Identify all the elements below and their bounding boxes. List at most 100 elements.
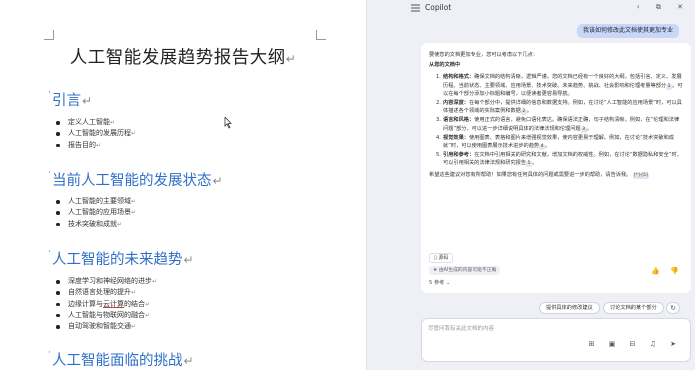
answer-point: 1. 结构和格式：确保文档的结构清晰，逻辑严谨。您的文档已经有一个良好的大纲，包括… xyxy=(436,73,683,98)
section-heading-text: 人工智能的未来趋势 xyxy=(52,252,183,268)
document-pane[interactable]: 人工智能发展趋势报告大纲↵ · 引言↵ 定义人工智能↵ 人工智能的发展历程↵ 报告目的↵… xyxy=(0,0,366,370)
section-heading-text: 人工智能面临的挑战 xyxy=(52,353,183,369)
list-item[interactable]: 定义人工智能↵ xyxy=(56,117,136,128)
list-item[interactable]: 技术突破和成就↵ xyxy=(56,219,136,230)
paragraph-mark: ↵ xyxy=(131,198,137,205)
user-message-bubble: 我该如何修改此文档使其更加专业 xyxy=(577,24,680,38)
list-item-text: 报告目的 xyxy=(68,140,96,149)
suggestion-chip[interactable]: 讨论文档的某个部分 xyxy=(603,302,664,314)
paragraph-mark: ↵ xyxy=(96,141,102,149)
point-number: 5. xyxy=(436,152,441,159)
list-item[interactable]: 边缘计算与云计算的结合↵ xyxy=(56,299,157,310)
list-item[interactable]: 人工智能的发展历程↵ xyxy=(56,128,136,139)
answer-point: 3. 语言和风格：使用正式的语言，避免口语化表达。确保语法正确，句子结构清晰。例如… xyxy=(436,116,683,133)
answer-point: 4. 视觉效果：使用图表、表格和图片来增强视觉效果，使内容更易于理解。例如，在讨论… xyxy=(436,134,683,151)
mouse-cursor-icon xyxy=(224,117,232,129)
header-controls[interactable]: ‹ ⧉ ✕ xyxy=(637,3,690,12)
suggestion-chip[interactable]: 提供具体的修改建议 xyxy=(539,302,600,314)
point-text: 在文档中引用相关的研究和文献，增加文档的权威性。例如，在讨论“数据隐私和安全”时… xyxy=(443,152,682,167)
paragraph-mark: ↵ xyxy=(285,52,297,66)
point-number: 3. xyxy=(436,117,441,124)
page-margin-mark-left xyxy=(44,30,54,40)
paragraph-mark: ↵ xyxy=(183,253,194,267)
section-heading[interactable]: · 当前人工智能的发展状态↵ xyxy=(48,168,223,190)
section-heading[interactable]: · 人工智能的未来趋势↵ xyxy=(48,247,194,269)
paragraph-mark: ↵ xyxy=(110,119,116,126)
copilot-pane: Copilot ‹ ⧉ ✕ 我该如何修改此文档使其更加专业 要使您的文档更加专业… xyxy=(366,0,695,370)
point-text: 在每个部分中，提供详细的信息和数据支持。例如，在讨论“人工智能的应用场景”时，可… xyxy=(443,100,682,115)
paragraph-mark: ↵ xyxy=(183,354,194,368)
document-title-text: 人工智能发展趋势报告大纲 xyxy=(69,48,286,68)
section-heading[interactable]: · 引言↵ xyxy=(48,88,93,110)
document-title[interactable]: 人工智能发展趋势报告大纲↵ xyxy=(0,44,366,69)
list-item-text: 自动驾驶和智能交通 xyxy=(68,322,131,331)
point-text: 确保文档的结构清晰，逻辑严谨。您的文档已经有一个良好的大纲，包括引言、定义、发展… xyxy=(443,74,682,89)
refresh-suggestions-icon[interactable]: ↻ xyxy=(666,302,680,314)
answer-intro: 要使您的文档更加专业，您可以考虑以下几点： xyxy=(429,52,538,58)
list-item[interactable]: 人工智能的主要领域↵ xyxy=(56,196,136,207)
point-label: 结构和格式： xyxy=(443,74,475,81)
paragraph-mark: ↵ xyxy=(131,289,137,297)
paragraph-mark: ↵ xyxy=(131,323,137,331)
source-chip[interactable]: ▯ 源码 xyxy=(429,253,454,263)
list-item[interactable]: 深度学习和神经网络的进步↵ xyxy=(56,276,157,287)
answer-section-label: 从您的文档中 xyxy=(429,62,461,69)
heading-marker-icon: · xyxy=(48,168,51,178)
paragraph-mark: ↵ xyxy=(145,311,151,319)
heading-marker-icon: · xyxy=(48,348,51,358)
ai-generated-notice: ★ 由AI生成的内容可能不正确 xyxy=(429,266,501,275)
point-text: 使用正式的语言，避免口语化表达。确保语法正确，句子结构清晰。例如，在“伦理和法律… xyxy=(443,117,680,132)
paragraph-mark: ↵ xyxy=(145,300,151,308)
list-item-text: 自然语言处理的提升 xyxy=(68,288,131,297)
bullet-list: 定义人工智能↵ 人工智能的发展历程↵ 报告目的↵ xyxy=(56,117,136,151)
copilot-header: Copilot ‹ ⧉ ✕ xyxy=(367,0,695,16)
list-item[interactable]: 自然语言处理的提升↵ xyxy=(56,287,157,298)
list-item-text: 人工智能的主要领域 xyxy=(68,197,131,205)
list-item[interactable]: 报告目的↵ xyxy=(56,140,136,151)
list-item-text: 定义人工智能 xyxy=(68,118,110,126)
feedback-icons[interactable]: 👍 👎 xyxy=(651,267,683,275)
point-text-end: 。 xyxy=(532,160,538,167)
section-heading-text: 引言 xyxy=(52,93,81,109)
list-item[interactable]: 人工智能的应用场景↵ xyxy=(56,207,136,218)
point-number: 2. xyxy=(436,100,441,107)
list-item[interactable]: 人工智能与物联网的融合↵ xyxy=(56,310,157,321)
answer-outro-text: 希望这些建议对您有所帮助！如果您有任何具体的问题或需要进一步的帮助，请告诉我。 xyxy=(429,171,632,178)
paragraph-mark: ↵ xyxy=(131,209,137,217)
point-label: 引用和参考： xyxy=(443,152,475,159)
chat-input-tools[interactable]: ⊞ ▣ ⊟ ♫ ➤ xyxy=(589,340,682,348)
heading-marker-icon: · xyxy=(48,247,51,257)
list-item-text: 人工智能的发展历程 xyxy=(68,129,131,138)
point-label: 语言和风格： xyxy=(443,117,475,124)
answer-point: 2. 内容深度：在每个部分中，提供详细的信息和数据支持。例如，在讨论“人工智能的应… xyxy=(436,99,683,116)
section-heading-text: 当前人工智能的发展状态 xyxy=(52,173,212,189)
menu-icon[interactable] xyxy=(411,4,420,12)
list-item-text: 边缘计算与云计算的结合 xyxy=(68,299,145,308)
bullet-list: 深度学习和神经网络的进步↵ 自然语言处理的提升↵ 边缘计算与云计算的结合↵ 人工智能与… xyxy=(56,276,157,332)
answer-points: 1. 结构和格式：确保文档的结构清晰，逻辑严谨。您的文档已经有一个良好的大纲，包括… xyxy=(429,73,683,168)
list-item[interactable]: 自动驾驶和智能交通↵ xyxy=(56,321,157,332)
chat-input-placeholder[interactable]: 尽管问我有关此文档的内容 xyxy=(428,324,494,332)
point-text: 使用图表、表格和图片来增强视觉效果，使内容更易于理解。例如，在讨论“技术突破和成… xyxy=(443,134,674,150)
chat-input-box[interactable]: 尽管问我有关此文档的内容 ⊞ ▣ ⊟ ♫ ➤ xyxy=(421,318,691,362)
heading-marker-icon: · xyxy=(48,88,51,98)
point-text-end: 。 xyxy=(586,125,592,132)
bullet-list: 人工智能的主要领域↵ 人工智能的应用场景↵ 技术突破和成就↵ xyxy=(56,196,136,230)
point-number: 1. xyxy=(436,74,441,81)
point-label: 内容深度： xyxy=(443,100,469,107)
references-toggle[interactable]: 5 参考 ⌄ xyxy=(429,279,450,287)
answer-point: 5. 引用和参考：在文档中引用相关的研究和文献，增加文档的权威性。例如，在讨论“数… xyxy=(436,151,683,168)
list-item-text: 技术突破和成就 xyxy=(68,219,117,228)
copilot-answer-card: 要使您的文档更加专业，您可以考虑以下几点： 从您的文档中 1. 结构和格式：确保文… xyxy=(421,43,691,293)
paragraph-mark: ↵ xyxy=(117,220,123,228)
citation-badge[interactable]: [*]-[5] xyxy=(632,172,649,179)
section-heading[interactable]: · 人工智能面临的挑战↵ xyxy=(48,348,194,370)
paragraph-mark: ↵ xyxy=(131,130,137,138)
point-text-end: 。 xyxy=(545,143,551,150)
paragraph-mark: ↵ xyxy=(82,94,93,108)
list-item-text: 人工智能与物联网的融合 xyxy=(68,310,145,319)
paragraph-mark: ↵ xyxy=(152,278,158,285)
paragraph-mark: ↵ xyxy=(212,174,223,188)
page-margin-mark-right xyxy=(316,30,326,40)
list-item-text: 深度学习和神经网络的进步 xyxy=(68,277,152,285)
